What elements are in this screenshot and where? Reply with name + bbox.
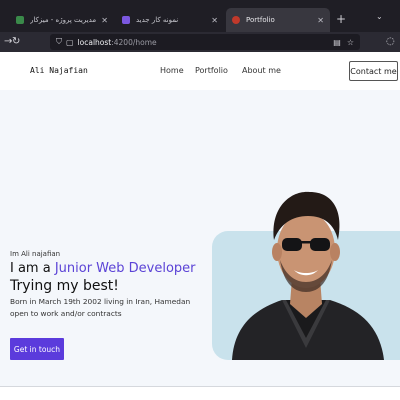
tab-favicon [122, 16, 130, 24]
close-tab-icon[interactable]: ✕ [101, 16, 108, 25]
close-tab-icon[interactable]: ✕ [211, 16, 218, 25]
nav-portfolio[interactable]: Portfolio [195, 66, 228, 75]
hero-title: I am a Junior Web Developer [10, 261, 196, 277]
close-tab-icon[interactable]: ✕ [317, 16, 324, 25]
tab-favicon [232, 16, 240, 24]
url-host: localhost [77, 37, 112, 47]
browser-nav-bar: → ↻ ⛉ ▢ localhost :4200/home ▤ ☆ ◌ [0, 32, 400, 52]
tab-portfolio[interactable]: Portfolio ✕ [226, 8, 330, 32]
hero-intro: Im Ali najafian [10, 250, 61, 258]
reload-icon[interactable]: ↻ [12, 35, 20, 49]
nav-about-me[interactable]: About me [242, 66, 281, 75]
page-info-icon[interactable]: ▢ [66, 38, 74, 47]
tab-title: مدیریت پروژه - میزکار [30, 16, 97, 24]
tab-favicon [16, 16, 24, 24]
extensions-icon[interactable]: ◌ [386, 35, 395, 49]
portrait-photo [232, 191, 384, 360]
hero-description: Born in March 19th 2002 living in Iran, … [10, 297, 191, 318]
hero-title-prefix: I am a [10, 261, 55, 276]
url-path: :4200/home [111, 37, 157, 47]
site-header: Ali Najafian Home Portfolio About me Con… [0, 52, 400, 90]
tab-title: Portfolio [246, 16, 275, 24]
chevron-down-icon[interactable]: ⌄ [376, 12, 383, 21]
shield-icon: ⛉ [56, 37, 62, 46]
contact-button[interactable]: Contact me [349, 61, 398, 81]
nav-home[interactable]: Home [160, 66, 184, 75]
reader-view-icon[interactable]: ▤ [333, 38, 341, 47]
url-bar[interactable]: ⛉ ▢ localhost :4200/home ▤ ☆ [50, 34, 360, 50]
tab-new-portfolio-item[interactable]: نمونه کار جدید ✕ [114, 8, 224, 32]
get-in-touch-button[interactable]: Get in touch [10, 338, 64, 360]
tab-title: نمونه کار جدید [136, 16, 179, 24]
hero-subtitle: Trying my best! [10, 278, 119, 294]
bookmark-star-icon[interactable]: ☆ [347, 38, 354, 47]
page-content: Ali Najafian Home Portfolio About me Con… [0, 52, 400, 400]
hero-title-highlight: Junior Web Developer [54, 261, 196, 276]
page-bottom-strip [0, 387, 400, 400]
site-logo[interactable]: Ali Najafian [30, 66, 88, 75]
browser-tab-bar: مدیریت پروژه - میزکار ✕ نمونه کار جدید ✕… [0, 0, 400, 32]
plus-icon[interactable]: + [336, 12, 346, 26]
tab-project-management[interactable]: مدیریت پروژه - میزکار ✕ [0, 8, 114, 32]
